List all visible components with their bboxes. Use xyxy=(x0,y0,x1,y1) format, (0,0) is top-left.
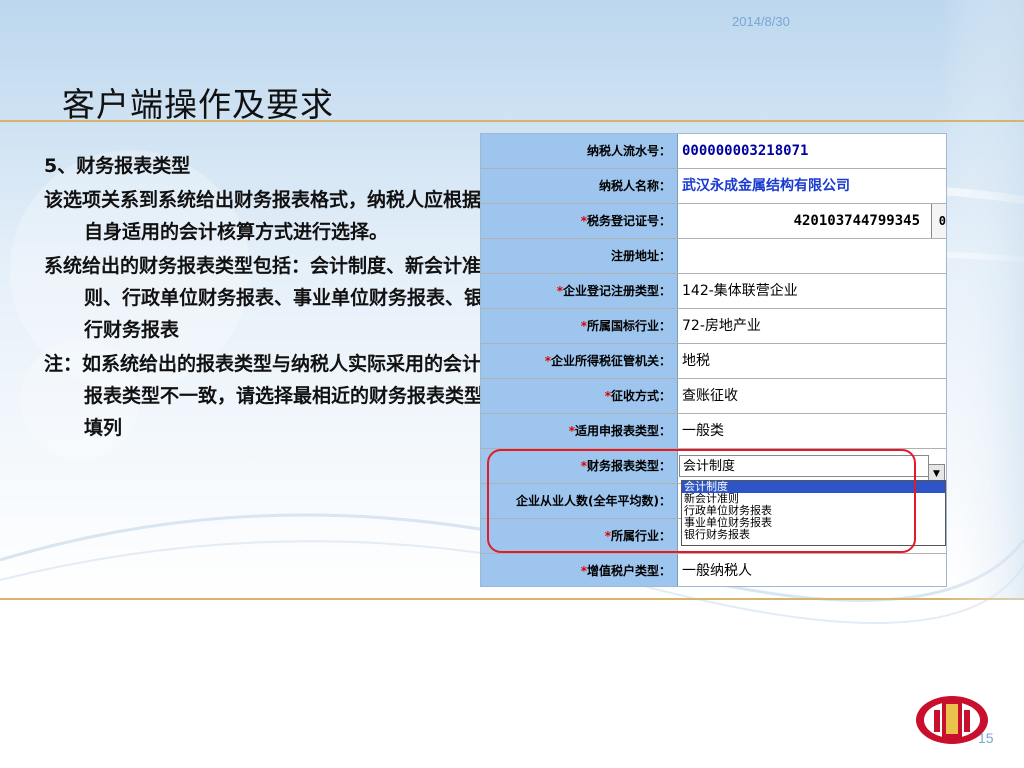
form-row-label-text: 企业所得税征管机关： xyxy=(550,354,671,368)
form-row: *企业登记注册类型： 142-集体联营企业 xyxy=(481,274,946,309)
form-row-value-text: 72-房地产业 xyxy=(682,318,761,334)
highlight-ring xyxy=(487,449,916,553)
form-row-value[interactable]: 420103744799345 0 xyxy=(679,204,946,238)
form-row-label: 注册地址： xyxy=(481,239,678,273)
form-row-label: *税务登记证号： xyxy=(481,204,678,238)
form-row-label-text: 适用申报表类型： xyxy=(574,424,671,438)
form-row-value-text: 一般纳税人 xyxy=(682,563,752,579)
form-row: *企业所得税征管机关： 地税 xyxy=(481,344,946,379)
form-row: *增值税户类型： 一般纳税人 xyxy=(481,554,946,586)
form-row-label: *适用申报表类型： xyxy=(481,414,678,448)
form-row-value[interactable] xyxy=(679,239,946,273)
form-row-value-tail: 0 xyxy=(931,204,946,238)
form-row-value-text: 武汉永成金属结构有限公司 xyxy=(682,178,850,194)
paragraph-3: 注：如系统给出的报表类型与纳税人实际采用的会计报表类型不一致，请选择最相近的财务… xyxy=(44,353,484,439)
page-number: 15 xyxy=(978,730,994,746)
title-divider xyxy=(0,120,1024,122)
form-row-value[interactable]: 一般纳税人 xyxy=(679,554,946,586)
form-row: *所属国标行业： 72-房地产业 xyxy=(481,309,946,344)
form-row-value-text: 142-集体联营企业 xyxy=(682,283,798,299)
form-row-label-text: 所属国标行业： xyxy=(586,319,671,333)
form-row: *适用申报表类型： 一般类 xyxy=(481,414,946,449)
form-row: 注册地址： xyxy=(481,239,946,274)
form-row-value[interactable]: 地税 xyxy=(679,344,946,378)
form-row-label: *企业所得税征管机关： xyxy=(481,344,678,378)
form-row-label-text: 纳税人名称： xyxy=(598,179,671,193)
form-row: *征收方式： 查账征收 xyxy=(481,379,946,414)
form-row-value-text: 一般类 xyxy=(682,423,724,439)
form-row-label: 纳税人名称： xyxy=(481,169,678,203)
paragraph-2: 系统给出的财务报表类型包括：会计制度、新会计准则、行政单位财务报表、事业单位财务… xyxy=(44,255,484,341)
form-row-value[interactable]: 一般类 xyxy=(679,414,946,448)
form-row-label-text: 征收方式： xyxy=(610,389,671,403)
slide-body: 5、财务报表类型 该选项关系到系统给出财务报表格式，纳税人应根据自身适用的会计核… xyxy=(44,150,484,446)
form-row-label-text: 企业登记注册类型： xyxy=(562,284,671,298)
form-row-value[interactable]: 142-集体联营企业 xyxy=(679,274,946,308)
form-row: 纳税人流水号： 000000003218071 xyxy=(481,134,946,169)
form-row-value[interactable]: 武汉永成金属结构有限公司 xyxy=(679,169,946,203)
form-row-label: *增值税户类型： xyxy=(481,554,678,586)
form-row-value-text: 420103744799345 xyxy=(793,213,920,229)
form-row-value-text: 查账征收 xyxy=(682,388,738,404)
form-row-label-text: 注册地址： xyxy=(610,249,671,263)
form-row-label-text: 增值税户类型： xyxy=(586,564,671,578)
form-row-label: *所属国标行业： xyxy=(481,309,678,343)
paragraph-1: 该选项关系到系统给出财务报表格式，纳税人应根据自身适用的会计核算方式进行选择。 xyxy=(44,189,482,243)
section-heading: 5、财务报表类型 xyxy=(44,155,191,177)
form-row-value[interactable]: 000000003218071 xyxy=(679,134,946,168)
form-row-label: *征收方式： xyxy=(481,379,678,413)
form-row-label: 纳税人流水号： xyxy=(481,134,678,168)
form-row-value-text: 000000003218071 xyxy=(682,143,809,159)
slide-date: 2014/8/30 xyxy=(732,14,790,29)
slide-title: 客户端操作及要求 xyxy=(62,85,334,124)
form-row-value[interactable]: 查账征收 xyxy=(679,379,946,413)
form-row-value-text: 地税 xyxy=(682,353,710,369)
form-row-label-text: 税务登记证号： xyxy=(586,214,671,228)
form-row-label-text: 纳税人流水号： xyxy=(586,144,671,158)
form-row-label: *企业登记注册类型： xyxy=(481,274,678,308)
form-row-value[interactable]: 72-房地产业 xyxy=(679,309,946,343)
form-row: *税务登记证号： 420103744799345 0 xyxy=(481,204,946,239)
form-row: 纳税人名称： 武汉永成金属结构有限公司 xyxy=(481,169,946,204)
